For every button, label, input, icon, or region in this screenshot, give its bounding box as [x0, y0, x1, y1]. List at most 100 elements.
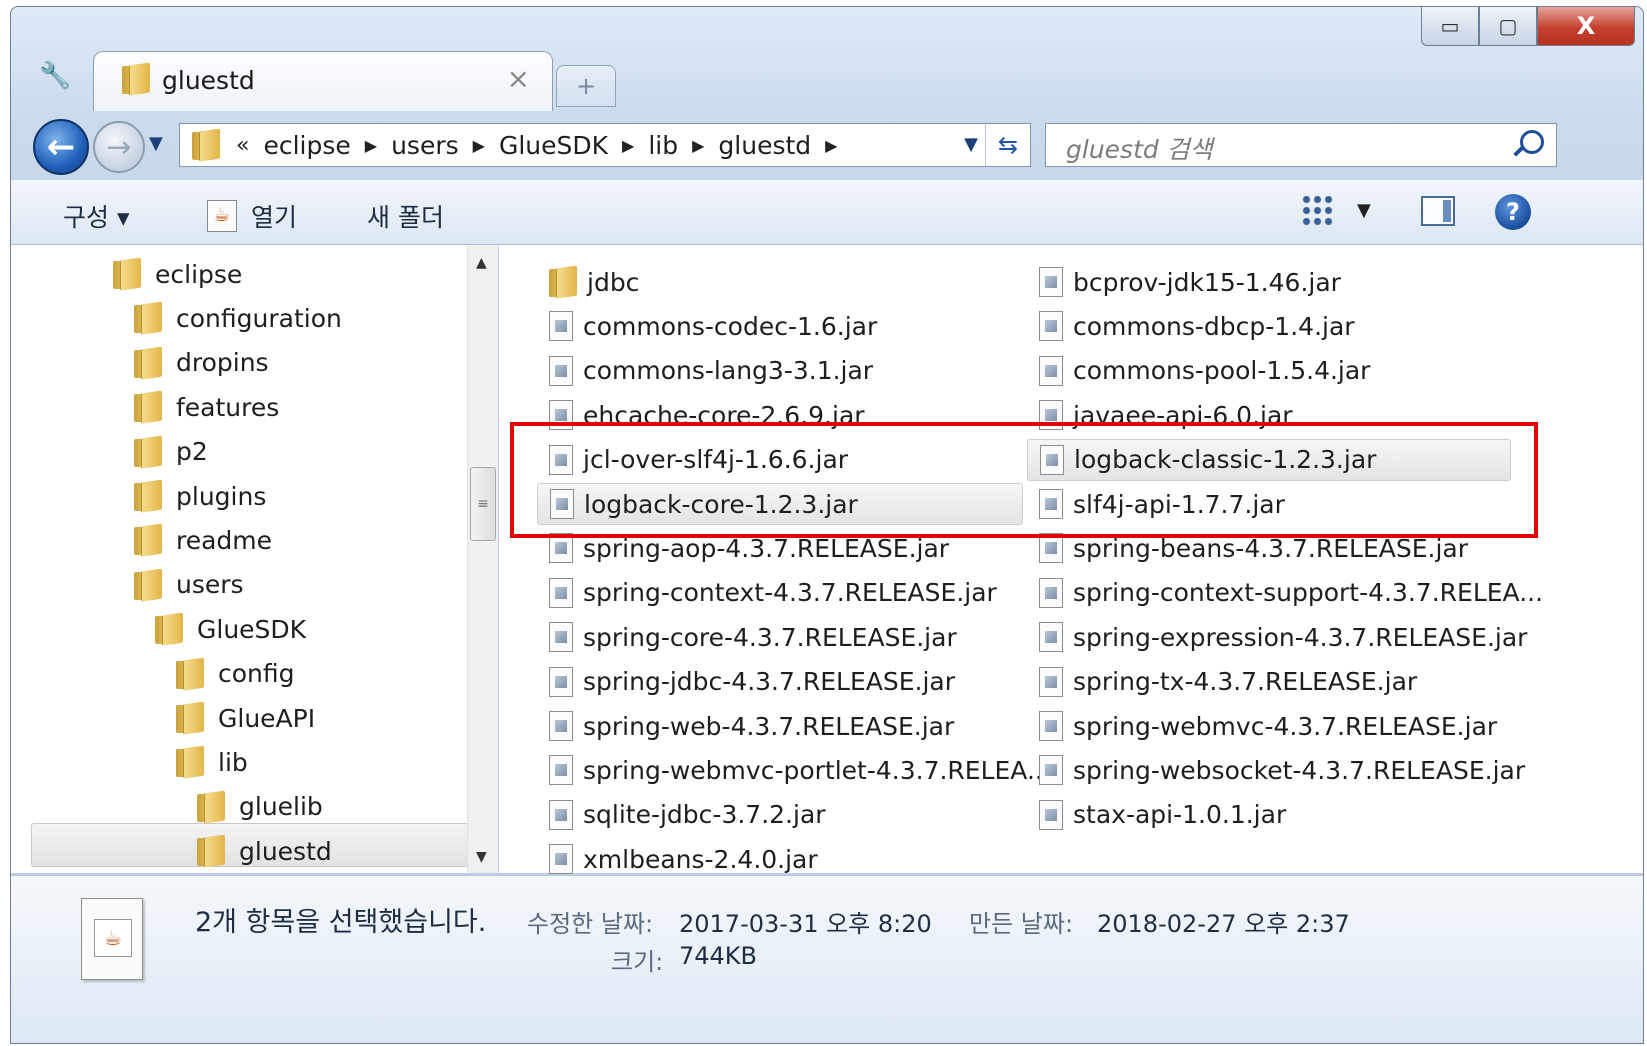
back-button[interactable]: ←: [33, 119, 89, 175]
breadcrumb-overflow[interactable]: «: [230, 133, 255, 158]
scroll-up-arrow[interactable]: ▲: [476, 255, 487, 271]
tree-item-configuration[interactable]: configuration: [134, 297, 342, 339]
maximize-button[interactable]: ▢: [1479, 7, 1537, 46]
recent-pages-dropdown[interactable]: ▼: [149, 133, 163, 154]
tree-item-label: users: [176, 570, 244, 600]
modified-value: 2017-03-31 오후 8:20: [679, 910, 932, 938]
file-item[interactable]: spring-beans-4.3.7.RELEASE.jar: [1027, 527, 1511, 569]
open-button[interactable]: ☕ 열기: [207, 198, 297, 234]
file-item[interactable]: xmlbeans-2.4.0.jar: [537, 838, 1023, 880]
chevron-right-icon[interactable]: ▶: [819, 136, 843, 155]
tree-item-readme[interactable]: readme: [134, 519, 272, 561]
tree-item-users[interactable]: users: [134, 564, 244, 606]
scroll-down-arrow[interactable]: ▼: [476, 849, 487, 865]
close-button[interactable]: X: [1537, 7, 1635, 46]
view-dropdown[interactable]: ▼: [1357, 200, 1371, 221]
folder-item[interactable]: jdbc: [537, 261, 1023, 303]
file-item[interactable]: spring-jdbc-4.3.7.RELEASE.jar: [537, 661, 1023, 703]
file-item[interactable]: javaee-api-6.0.jar: [1027, 394, 1511, 436]
view-grid-icon[interactable]: [1301, 194, 1333, 226]
file-item[interactable]: stax-api-1.0.1.jar: [1027, 794, 1511, 836]
file-item[interactable]: spring-context-support-4.3.7.RELEA...: [1027, 572, 1543, 614]
tab-close-button[interactable]: ×: [507, 62, 530, 95]
preview-pane-icon[interactable]: [1421, 196, 1455, 226]
file-name: jcl-over-slf4j-1.6.6.jar: [583, 445, 849, 475]
organize-button[interactable]: 구성 ▾: [63, 198, 130, 234]
jar-file-icon: [1039, 755, 1063, 786]
file-item[interactable]: ehcache-core-2.6.9.jar: [537, 394, 1023, 436]
breadcrumb-gluesdk[interactable]: GlueSDK: [491, 131, 616, 160]
breadcrumb-gluestd[interactable]: gluestd: [710, 131, 819, 160]
chevron-right-icon[interactable]: ▶: [686, 136, 710, 155]
jar-file-icon: [1039, 533, 1063, 564]
jar-file-icon: [549, 755, 573, 786]
breadcrumb-lib[interactable]: lib: [640, 131, 686, 160]
new-tab-button[interactable]: +: [556, 65, 616, 107]
tree-item-config[interactable]: config: [176, 653, 295, 695]
file-item[interactable]: sqlite-jdbc-3.7.2.jar: [537, 794, 1023, 836]
tree-item-gluestd[interactable]: gluestd: [197, 830, 332, 872]
file-item[interactable]: spring-aop-4.3.7.RELEASE.jar: [537, 527, 1023, 569]
refresh-button[interactable]: ⇆: [985, 124, 1030, 166]
nav-scrollbar[interactable]: ▲ ≡ ▼: [467, 245, 498, 873]
file-item[interactable]: jcl-over-slf4j-1.6.6.jar: [537, 439, 1023, 481]
minimize-button[interactable]: ▭: [1421, 7, 1479, 46]
file-item[interactable]: spring-context-4.3.7.RELEASE.jar: [537, 572, 1023, 614]
file-item[interactable]: slf4j-api-1.7.7.jar: [1027, 483, 1511, 525]
file-name: commons-dbcp-1.4.jar: [1073, 311, 1355, 341]
tree-item-features[interactable]: features: [134, 386, 279, 428]
tree-item-glueapi[interactable]: GlueAPI: [176, 697, 315, 739]
size-value: 744KB: [679, 942, 758, 970]
search-input[interactable]: gluestd 검색: [1066, 130, 1213, 166]
file-item[interactable]: commons-codec-1.6.jar: [537, 305, 1023, 347]
file-name: commons-lang3-3.1.jar: [583, 356, 874, 386]
chevron-right-icon[interactable]: ▶: [616, 136, 640, 155]
search-icon[interactable]: [1520, 130, 1544, 154]
file-name: spring-beans-4.3.7.RELEASE.jar: [1073, 533, 1469, 563]
tree-item-gluelib[interactable]: gluelib: [197, 786, 323, 828]
tree-item-dropins[interactable]: dropins: [134, 342, 269, 384]
file-item[interactable]: spring-webmvc-portlet-4.3.7.RELEA...: [537, 749, 1051, 791]
file-item[interactable]: logback-classic-1.2.3.jar: [1027, 438, 1511, 481]
file-item[interactable]: commons-pool-1.5.4.jar: [1027, 350, 1511, 392]
file-list: jdbc commons-codec-1.6.jar commons-lang3-3…: [499, 245, 1643, 875]
folder-icon: [197, 792, 225, 822]
file-item[interactable]: commons-lang3-3.1.jar: [537, 350, 1023, 392]
breadcrumb-eclipse[interactable]: eclipse: [255, 131, 358, 160]
tree-item-plugins[interactable]: plugins: [134, 475, 266, 517]
tree-item-lib[interactable]: lib: [176, 741, 248, 783]
help-icon[interactable]: ?: [1495, 194, 1531, 230]
folder-icon: [134, 437, 162, 467]
folder-icon: [113, 259, 141, 289]
tree-item-label: configuration: [176, 303, 342, 333]
file-item[interactable]: spring-core-4.3.7.RELEASE.jar: [537, 616, 1023, 658]
file-item[interactable]: spring-webmvc-4.3.7.RELEASE.jar: [1027, 705, 1511, 747]
search-box[interactable]: gluestd 검색: [1045, 123, 1557, 167]
tree-item-gluesdk[interactable]: GlueSDK: [155, 608, 306, 650]
tree-item-eclipse[interactable]: eclipse: [113, 253, 242, 295]
chevron-right-icon[interactable]: ▶: [467, 136, 491, 155]
file-name: spring-tx-4.3.7.RELEASE.jar: [1073, 667, 1418, 697]
file-item[interactable]: spring-expression-4.3.7.RELEASE.jar: [1027, 616, 1527, 658]
new-folder-button[interactable]: 새 폴더: [367, 198, 444, 234]
file-item[interactable]: bcprov-jdk15-1.46.jar: [1027, 261, 1511, 303]
address-dropdown[interactable]: ▼: [964, 134, 978, 155]
forward-button[interactable]: →: [93, 121, 145, 173]
tab-gluestd[interactable]: gluestd ×: [93, 51, 553, 111]
file-item[interactable]: spring-websocket-4.3.7.RELEASE.jar: [1027, 749, 1525, 791]
tree-item-p2[interactable]: p2: [134, 431, 208, 473]
scroll-thumb[interactable]: ≡: [470, 467, 496, 541]
file-item[interactable]: commons-dbcp-1.4.jar: [1027, 305, 1511, 347]
file-name: spring-web-4.3.7.RELEASE.jar: [583, 711, 955, 741]
breadcrumb-users[interactable]: users: [383, 131, 467, 160]
explorer-window: 🔧 gluestd × + ▭ ▢ X ← → ▼ « eclipse ▶ us…: [10, 6, 1644, 1044]
file-item[interactable]: spring-tx-4.3.7.RELEASE.jar: [1027, 661, 1511, 703]
file-name: commons-pool-1.5.4.jar: [1073, 356, 1371, 386]
wrench-icon[interactable]: 🔧: [39, 61, 71, 91]
chevron-right-icon[interactable]: ▶: [359, 136, 383, 155]
file-item[interactable]: logback-core-1.2.3.jar: [537, 483, 1023, 525]
tree-item-label: readme: [176, 525, 273, 555]
file-item[interactable]: spring-web-4.3.7.RELEASE.jar: [537, 705, 1023, 747]
address-bar[interactable]: « eclipse ▶ users ▶ GlueSDK ▶ lib ▶ glue…: [179, 123, 1031, 167]
folder-icon: [134, 303, 162, 334]
